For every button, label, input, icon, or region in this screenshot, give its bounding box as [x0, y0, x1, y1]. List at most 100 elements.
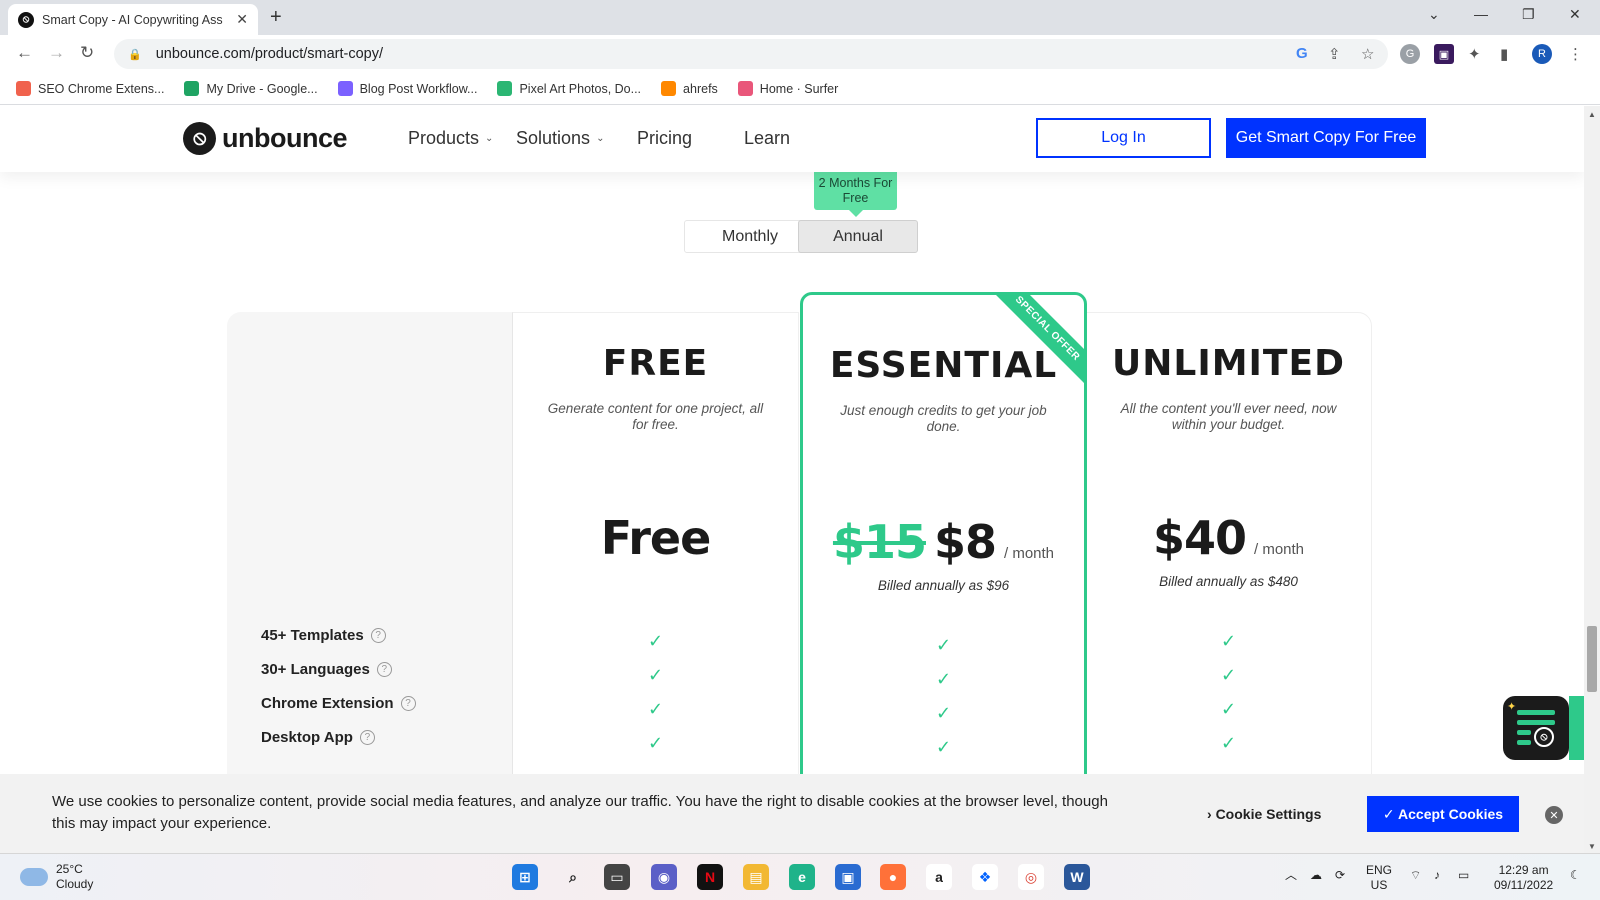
- scrollbar-thumb[interactable]: [1587, 626, 1597, 692]
- plan-price: $40: [1152, 511, 1247, 565]
- extensions-puzzle-icon[interactable]: ✦: [1468, 45, 1481, 63]
- get-smart-copy-button[interactable]: Get Smart Copy For Free: [1226, 118, 1426, 158]
- check-icon: ✓: [935, 669, 952, 689]
- check-icon: ✓: [935, 737, 952, 757]
- billing-monthly-toggle[interactable]: Monthly: [684, 220, 816, 253]
- scroll-up-icon[interactable]: ▲: [1588, 110, 1596, 119]
- side-panel-icon[interactable]: ▮: [1500, 45, 1508, 63]
- chevron-right-icon: ›: [1207, 806, 1216, 822]
- login-button[interactable]: Log In: [1036, 118, 1211, 158]
- forward-icon[interactable]: →: [48, 43, 65, 63]
- help-icon[interactable]: ?: [370, 628, 386, 643]
- nav-products[interactable]: Products ⌄: [408, 128, 493, 149]
- nav-pricing[interactable]: Pricing: [637, 128, 692, 149]
- onedrive-icon[interactable]: ☁: [1310, 868, 1322, 883]
- chrome-icon[interactable]: ◎: [1018, 864, 1044, 890]
- nav-learn[interactable]: Learn: [744, 128, 790, 149]
- nav-solutions[interactable]: Solutions ⌄: [516, 128, 604, 149]
- close-window-icon[interactable]: ✕: [1569, 6, 1581, 23]
- share-icon[interactable]: ⇪: [1328, 45, 1341, 63]
- wifi-icon[interactable]: ⌔: [1410, 868, 1421, 883]
- check-icon: ✓: [1220, 699, 1237, 719]
- bookmark-item[interactable]: SEO Chrome Extens...: [16, 81, 164, 96]
- google-icon[interactable]: G: [1296, 45, 1308, 62]
- check-icon: ✓: [647, 631, 664, 651]
- site-header: ⦸ unbounce Products ⌄ Solutions ⌄ Pricin…: [0, 106, 1584, 172]
- amazon-icon[interactable]: a: [926, 864, 952, 890]
- menu-kebab-icon[interactable]: ⋮: [1568, 45, 1583, 63]
- billing-annual-toggle[interactable]: Annual: [798, 220, 918, 253]
- unbounce-logo[interactable]: ⦸ unbounce: [183, 122, 348, 155]
- battery-icon[interactable]: ▭: [1458, 868, 1469, 883]
- cookie-settings-label: Cookie Settings: [1215, 806, 1322, 822]
- help-icon[interactable]: ?: [400, 696, 416, 711]
- windows-start-icon[interactable]: ⊞: [512, 864, 538, 890]
- bookmark-item[interactable]: Pixel Art Photos, Do...: [497, 81, 641, 96]
- extension-icon[interactable]: ▣: [1434, 44, 1454, 64]
- address-bar[interactable]: 🔒 unbounce.com/product/smart-copy/: [114, 39, 1388, 69]
- close-icon[interactable]: ✕: [1545, 806, 1563, 824]
- profile-avatar[interactable]: R: [1532, 44, 1552, 64]
- volume-icon[interactable]: ♪: [1434, 868, 1440, 883]
- new-tab-icon[interactable]: +: [270, 6, 282, 29]
- search-icon[interactable]: ⌕: [560, 864, 586, 890]
- bookmark-item[interactable]: My Drive - Google...: [184, 81, 318, 96]
- smart-copy-widget-button[interactable]: ✦ ⦸: [1503, 696, 1569, 760]
- edge-icon[interactable]: e: [789, 864, 815, 890]
- dropbox-icon[interactable]: ❖: [972, 864, 998, 890]
- nav-learn-label: Learn: [744, 128, 791, 148]
- close-tab-icon[interactable]: ✕: [236, 11, 248, 28]
- accept-cookies-button[interactable]: ✓ Accept Cookies: [1367, 796, 1519, 832]
- bookmark-item[interactable]: Home · Surfer: [737, 81, 838, 96]
- bookmark-item[interactable]: Blog Post Workflow...: [337, 81, 477, 96]
- show-hidden-icons-icon[interactable]: ︿: [1285, 868, 1297, 883]
- lang-code: ENG: [1366, 863, 1393, 877]
- notifications-icon[interactable]: ☾: [1570, 868, 1581, 883]
- feature-label: Chrome Extension: [261, 695, 394, 712]
- bookmark-label: SEO Chrome Extens...: [38, 81, 165, 96]
- reload-icon[interactable]: ↻: [80, 43, 94, 63]
- file-explorer-icon[interactable]: ▤: [743, 864, 769, 890]
- back-icon[interactable]: ←: [16, 43, 33, 63]
- browser-tab[interactable]: ⦸ Smart Copy - AI Copywriting Ass ✕: [8, 4, 258, 35]
- billed-note: Billed annually as $480: [1159, 574, 1298, 589]
- help-icon[interactable]: ?: [376, 662, 392, 677]
- feature-chrome-extension: Chrome Extension ?: [261, 695, 416, 712]
- maximize-icon[interactable]: ❐: [1522, 6, 1535, 23]
- check-icon: ✓: [1220, 733, 1237, 753]
- bookmark-item[interactable]: ahrefs: [661, 81, 718, 96]
- scroll-down-icon[interactable]: ▼: [1588, 842, 1596, 851]
- store-icon[interactable]: ▣: [835, 864, 861, 890]
- task-view-icon[interactable]: ▭: [604, 864, 630, 890]
- widget-bar: [1517, 740, 1531, 745]
- chevron-down-icon: ⌄: [485, 133, 494, 144]
- bookmark-icon: [497, 81, 513, 96]
- plan-card-unlimited: UNLIMITED All the content you'll ever ne…: [1085, 312, 1372, 774]
- plan-price: $8: [933, 515, 997, 569]
- clock[interactable]: 12:29 am 09/11/2022: [1494, 863, 1553, 893]
- tab-search-icon[interactable]: ⌄: [1428, 6, 1440, 23]
- grammarly-extension-icon[interactable]: G: [1400, 44, 1420, 64]
- word-icon[interactable]: W: [1064, 864, 1090, 890]
- browser-toolbar: ← → ↻ 🔒 unbounce.com/product/smart-copy/: [0, 35, 1600, 73]
- language-indicator[interactable]: ENG US: [1366, 863, 1392, 893]
- bookmark-star-icon[interactable]: ☆: [1361, 45, 1374, 63]
- clock-date: 09/11/2022: [1494, 878, 1554, 892]
- weather-widget[interactable]: 25°C Cloudy: [20, 862, 93, 892]
- help-icon[interactable]: ?: [359, 730, 375, 745]
- page-scrollbar[interactable]: [1584, 106, 1600, 853]
- minimize-icon[interactable]: —: [1474, 6, 1488, 22]
- chat-icon[interactable]: ◉: [651, 864, 677, 890]
- bookmark-icon: [16, 81, 31, 96]
- windows-taskbar: 25°C Cloudy ⊞ ⌕ ▭ ◉ N ▤ e ▣ ● a ❖ ◎ W ︿ …: [0, 853, 1600, 900]
- promo-badge: 2 Months For Free: [814, 172, 897, 217]
- check-icon: ✓: [647, 733, 664, 753]
- feature-desktop-app: Desktop App ?: [261, 729, 375, 746]
- sync-icon[interactable]: ⟳: [1335, 868, 1345, 883]
- check-icon: ✓: [1220, 665, 1237, 685]
- browser-tab-bar: ⦸ Smart Copy - AI Copywriting Ass ✕ + ⌄ …: [0, 0, 1600, 35]
- firefox-icon[interactable]: ●: [880, 864, 906, 890]
- bookmark-icon: [661, 81, 677, 96]
- cookie-settings-link[interactable]: › Cookie Settings: [1207, 806, 1321, 822]
- netflix-icon[interactable]: N: [697, 864, 723, 890]
